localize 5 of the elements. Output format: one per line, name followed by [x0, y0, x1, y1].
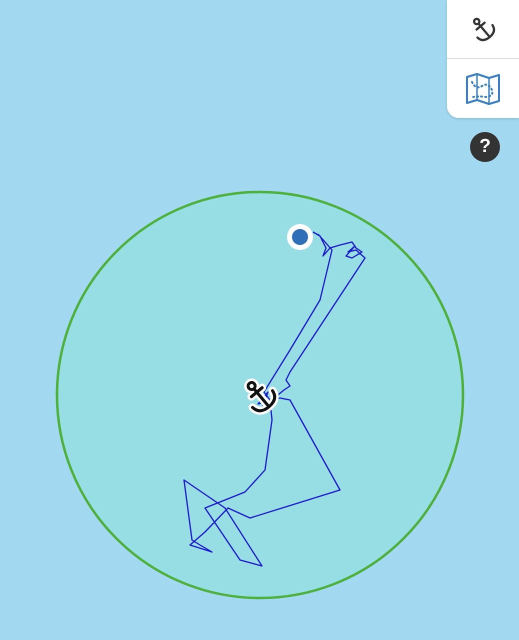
- anchor-marker: [244, 378, 279, 415]
- map-button[interactable]: [447, 59, 519, 118]
- anchor-button[interactable]: [447, 0, 519, 59]
- help-button[interactable]: ?: [470, 132, 500, 162]
- boat-marker: [287, 224, 313, 250]
